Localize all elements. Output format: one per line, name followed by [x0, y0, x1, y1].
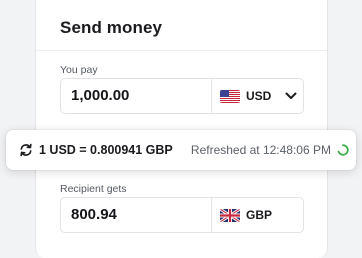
title-divider: [36, 50, 327, 51]
recipient-currency-select[interactable]: GBP: [212, 198, 303, 232]
send-money-stage: Send money You pay 1,000.00 USD Recipien…: [0, 0, 362, 258]
recipient-gets-field: 800.94 GBP: [60, 197, 304, 233]
refresh-icon[interactable]: [19, 143, 33, 157]
uk-flag-icon: [220, 208, 240, 222]
chevron-down-icon[interactable]: [285, 92, 297, 100]
you-pay-label: You pay: [60, 64, 98, 76]
you-pay-currency-select[interactable]: USD: [212, 79, 303, 113]
recipient-currency-code: GBP: [246, 208, 273, 222]
recipient-gets-amount-input[interactable]: 800.94: [71, 198, 117, 232]
us-flag-icon: [220, 89, 240, 103]
refreshed-at-text: Refreshed at 12:48:06 PM: [190, 143, 331, 157]
exchange-rate-bar: 1 USD = 0.800941 GBP Refreshed at 12:48:…: [6, 130, 356, 170]
send-money-card: Send money You pay 1,000.00 USD Recipien…: [35, 0, 328, 258]
exchange-rate-text: 1 USD = 0.800941 GBP: [39, 143, 173, 157]
you-pay-amount-input[interactable]: 1,000.00: [71, 79, 129, 113]
loading-spinner-icon: [337, 144, 349, 156]
recipient-gets-label: Recipient gets: [60, 183, 127, 195]
you-pay-field: 1,000.00 USD: [60, 78, 304, 114]
you-pay-currency-code: USD: [246, 89, 272, 103]
card-title: Send money: [60, 18, 163, 37]
